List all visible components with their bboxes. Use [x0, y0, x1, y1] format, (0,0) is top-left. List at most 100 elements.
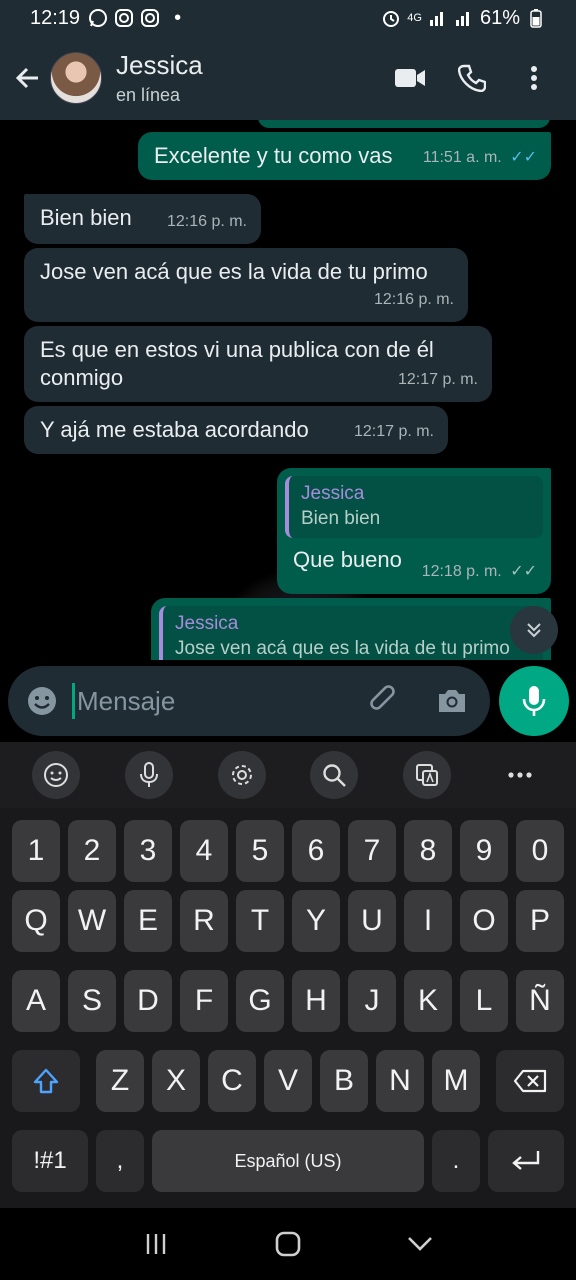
back-nav-icon[interactable] — [398, 1222, 442, 1266]
signal-icon — [428, 8, 448, 28]
key-h[interactable]: H — [292, 970, 340, 1032]
key-q[interactable]: Q — [12, 890, 60, 952]
message-text: Y ajá me estaba acordando — [40, 417, 309, 442]
message-time: 12:17 p. m. — [353, 423, 434, 440]
status-right: 4G 61% — [381, 7, 546, 30]
recents-icon[interactable] — [134, 1222, 178, 1266]
message-bubble-outgoing[interactable]: Jessica Bien bien Que bueno 12:18 p. m. … — [277, 468, 551, 594]
message-bubble-outgoing[interactable]: Jessica Jose ven acá que es la vida de t… — [151, 598, 551, 660]
symbols-key[interactable]: !#1 — [12, 1130, 88, 1192]
key-enye[interactable]: Ñ — [516, 970, 564, 1032]
key-o[interactable]: O — [460, 890, 508, 952]
key-s[interactable]: S — [68, 970, 116, 1032]
key-2[interactable]: 2 — [68, 820, 116, 882]
letter-row-3: Z X C V B N M — [0, 1050, 576, 1112]
bottom-row: !#1 , Español (US) . — [0, 1130, 576, 1192]
key-8[interactable]: 8 — [404, 820, 452, 882]
camera-icon[interactable] — [430, 679, 474, 723]
key-l[interactable]: L — [460, 970, 508, 1032]
quoted-message[interactable]: Jessica Jose ven acá que es la vida de t… — [159, 606, 543, 660]
message-input-box[interactable] — [8, 666, 490, 736]
message-text: Bien bien — [40, 205, 132, 230]
key-y[interactable]: Y — [292, 890, 340, 952]
contact-info[interactable]: Jessica en línea — [116, 50, 203, 106]
key-1[interactable]: 1 — [12, 820, 60, 882]
key-x[interactable]: X — [152, 1050, 200, 1112]
message-time: 11:51 a. m. — [422, 149, 502, 166]
key-d[interactable]: D — [124, 970, 172, 1032]
phone-call-icon[interactable] — [454, 60, 490, 96]
key-z[interactable]: Z — [96, 1050, 144, 1112]
key-p[interactable]: P — [516, 890, 564, 952]
key-e[interactable]: E — [124, 890, 172, 952]
key-k[interactable]: K — [404, 970, 452, 1032]
voice-record-button[interactable] — [499, 666, 569, 736]
key-3[interactable]: 3 — [124, 820, 172, 882]
contact-name[interactable]: Jessica — [116, 50, 203, 81]
keyboard-more-icon[interactable] — [496, 751, 544, 799]
message-time: 12:17 p. m. — [397, 371, 478, 388]
keyboard-toolbar — [0, 742, 576, 808]
key-5[interactable]: 5 — [236, 820, 284, 882]
key-f[interactable]: F — [180, 970, 228, 1032]
key-6[interactable]: 6 — [292, 820, 340, 882]
alarm-icon — [381, 8, 401, 28]
keyboard-emoji-icon[interactable] — [32, 751, 81, 799]
keyboard-voice-icon[interactable] — [124, 751, 173, 799]
key-t[interactable]: T — [236, 890, 284, 952]
message-time: 12:18 p. m. — [421, 563, 502, 580]
emoji-icon[interactable] — [20, 679, 64, 723]
message-bubble-incoming[interactable]: Jose ven acá que es la vida de tu primo … — [24, 248, 468, 322]
period-key[interactable]: . — [432, 1130, 480, 1192]
key-r[interactable]: R — [180, 890, 228, 952]
notification-icons: • — [88, 7, 181, 30]
key-0[interactable]: 0 — [516, 820, 564, 882]
key-7[interactable]: 7 — [348, 820, 396, 882]
key-9[interactable]: 9 — [460, 820, 508, 882]
avatar[interactable] — [50, 52, 102, 104]
message-bubble-outgoing[interactable]: Excelente y tu como vas 11:51 a. m. ✓✓ — [138, 132, 551, 180]
shift-key[interactable] — [12, 1050, 80, 1112]
delivered-ticks-icon: ✓✓ — [510, 563, 537, 580]
keyboard-search-icon[interactable] — [310, 751, 359, 799]
home-icon[interactable] — [266, 1222, 310, 1266]
quote-text: Jose ven acá que es la vida de tu primo — [175, 638, 510, 659]
notification-dot: • — [174, 6, 182, 29]
key-b[interactable]: B — [320, 1050, 368, 1112]
message-text: Es que en estos vi una publica con de él… — [40, 337, 434, 390]
key-n[interactable]: N — [376, 1050, 424, 1112]
comma-key[interactable]: , — [96, 1130, 144, 1192]
backspace-key[interactable] — [496, 1050, 564, 1112]
instagram-icon — [114, 8, 134, 28]
key-u[interactable]: U — [348, 890, 396, 952]
keyboard: 1 2 3 4 5 6 7 8 9 0 Q W E R T Y U I O P … — [0, 808, 576, 1208]
key-w[interactable]: W — [68, 890, 116, 952]
attach-icon[interactable] — [362, 679, 406, 723]
key-j[interactable]: J — [348, 970, 396, 1032]
quote-author: Jessica — [175, 613, 239, 634]
key-g[interactable]: G — [236, 970, 284, 1032]
message-bubble-incoming[interactable]: Es que en estos vi una publica con de él… — [24, 326, 492, 402]
back-arrow-icon[interactable] — [6, 56, 50, 100]
quoted-message[interactable]: Jessica Bien bien — [285, 476, 543, 538]
keyboard-translate-icon[interactable] — [402, 751, 451, 799]
key-i[interactable]: I — [404, 890, 452, 952]
message-bubble-incoming[interactable]: Bien bien 12:16 p. m. — [24, 194, 261, 244]
scroll-down-button[interactable] — [510, 606, 558, 654]
enter-key[interactable] — [488, 1130, 564, 1192]
message-list[interactable]: Excelente y tu como vas 11:51 a. m. ✓✓ B… — [0, 120, 576, 660]
letter-row-2: A S D F G H J K L Ñ — [0, 970, 576, 1032]
video-call-icon[interactable] — [392, 60, 428, 96]
keyboard-settings-icon[interactable] — [217, 751, 266, 799]
key-v[interactable]: V — [264, 1050, 312, 1112]
key-4[interactable]: 4 — [180, 820, 228, 882]
key-a[interactable]: A — [12, 970, 60, 1032]
space-key[interactable]: Español (US) — [152, 1130, 424, 1192]
key-c[interactable]: C — [208, 1050, 256, 1112]
key-m[interactable]: M — [432, 1050, 480, 1112]
system-nav-bar — [0, 1208, 576, 1280]
message-bubble-outgoing[interactable] — [258, 120, 550, 128]
message-bubble-incoming[interactable]: Y ajá me estaba acordando 12:17 p. m. — [24, 406, 448, 454]
message-input[interactable] — [72, 683, 352, 719]
more-options-icon[interactable] — [516, 60, 552, 96]
